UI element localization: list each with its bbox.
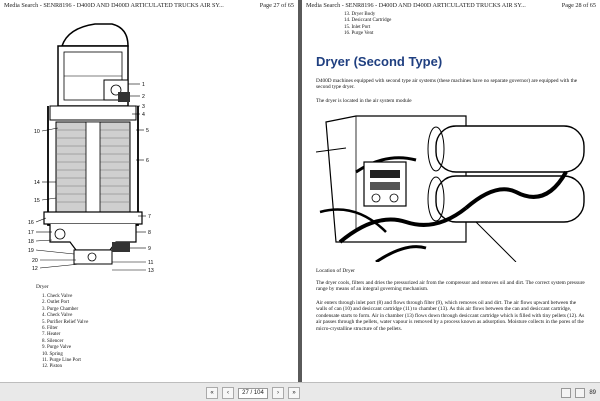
two-page-view-icon[interactable] <box>575 388 586 398</box>
previous-page-button[interactable]: ‹ <box>222 387 234 399</box>
view-controls: 89 <box>561 388 596 398</box>
document-page-left: Media Search - SENR8196 - D400D AND D400… <box>0 0 298 382</box>
callout-label: 11 <box>148 260 153 266</box>
page-header: Media Search - SENR8196 - D400D AND D400… <box>4 2 294 9</box>
callout-label: 12 <box>32 266 38 272</box>
intro-paragraph: D400D machines equipped with second type… <box>316 78 578 91</box>
description-paragraph-2: Air enters through inlet port (8) and fl… <box>316 300 585 332</box>
description-paragraph-1: The dryer cools, filters and dries the p… <box>316 280 585 293</box>
callout-label: 9 <box>148 246 151 252</box>
callout-label: 19 <box>28 248 34 254</box>
legend-item: 12. Piston <box>42 364 63 370</box>
header-page-number: Page 27 of 65 <box>259 2 294 9</box>
callout-label: 16 <box>28 220 34 226</box>
page-navigation: « ‹ 27 / 104 › » <box>206 387 300 399</box>
last-page-button[interactable]: » <box>288 387 300 399</box>
viewer-status-bar: « ‹ 27 / 104 › » 89 <box>0 382 600 401</box>
legend-item: 16. Purge Vent <box>344 31 374 37</box>
dryer-location-illustration <box>316 112 586 262</box>
callout-label: 20 <box>32 258 38 264</box>
callout-label: 6 <box>146 158 149 164</box>
callout-label: 8 <box>148 230 151 236</box>
callout-label: 18 <box>28 239 34 245</box>
callout-label: 17 <box>28 230 34 236</box>
header-title: Media Search - SENR8196 - D400D AND D400… <box>4 2 224 9</box>
photo-caption: Location of Dryer <box>316 268 355 274</box>
callout-label: 2 <box>142 94 145 100</box>
section-heading: Dryer (Second Type) <box>316 54 443 69</box>
dryer-cross-section-diagram: 10 14 15 16 17 18 19 20 12 1 2 3 4 5 6 7… <box>28 23 154 274</box>
next-page-button[interactable]: › <box>272 387 284 399</box>
callout-label: 3 <box>142 104 145 110</box>
zoom-level[interactable]: 89 <box>589 390 596 396</box>
legend-item: 14. Desiccant Cartridge <box>344 18 392 24</box>
callout-label: 14 <box>34 180 40 186</box>
callout-label: 15 <box>34 198 40 204</box>
page-header: Media Search - SENR8196 - D400D AND D400… <box>306 2 596 9</box>
header-page-number: Page 28 of 65 <box>561 2 596 9</box>
callout-label: 10 <box>34 129 40 135</box>
single-page-view-icon[interactable] <box>561 388 572 398</box>
figure-caption: Dryer <box>36 284 49 290</box>
callout-label: 1 <box>142 82 145 88</box>
location-paragraph: The dryer is located in the air system m… <box>316 98 412 104</box>
legend-list: 1. Check Valve 2. Outlet Port 3. Purge C… <box>42 294 88 371</box>
legend-list-continued: 13. Dryer Body 14. Desiccant Cartridge 1… <box>344 12 391 38</box>
first-page-button[interactable]: « <box>206 387 218 399</box>
callout-label: 7 <box>148 214 151 220</box>
callout-label: 4 <box>142 112 145 118</box>
page-number-input[interactable]: 27 / 104 <box>238 387 268 399</box>
document-page-right: Media Search - SENR8196 - D400D AND D400… <box>302 0 600 382</box>
callout-label: 13 <box>148 268 154 274</box>
header-title: Media Search - SENR8196 - D400D AND D400… <box>306 2 526 9</box>
callout-label: 5 <box>146 128 149 134</box>
